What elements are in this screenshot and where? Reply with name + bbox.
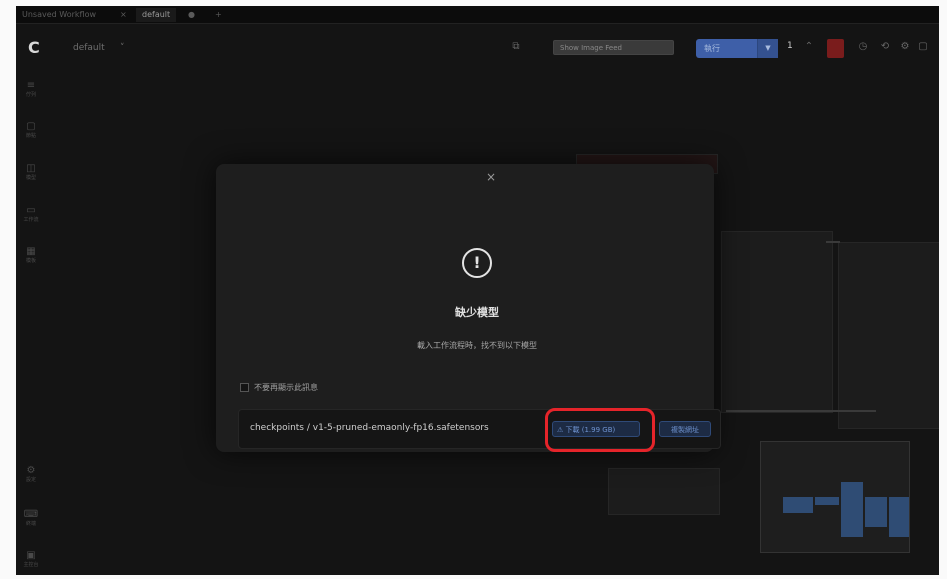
sidebar-item-templates[interactable]: ▦ 模板 (21, 246, 41, 265)
copy-icon[interactable]: ⧉ (509, 40, 523, 54)
graph-wire (826, 241, 840, 243)
dialog-title: 缺少模型 (455, 306, 499, 319)
tab-bar: Unsaved Workflow × default ● + (16, 6, 939, 24)
gear-icon: ⚙ (26, 465, 36, 476)
graph-wire (726, 410, 876, 412)
graph-node[interactable] (608, 468, 720, 515)
new-tab-icon[interactable]: + (215, 8, 222, 22)
sidebar-item-label: 佇列 (25, 92, 36, 98)
queue-icon: ≡ (26, 80, 36, 91)
run-button-label: 執行 (704, 44, 720, 53)
queue-count-stepper-icon[interactable]: ⌃ (802, 40, 816, 54)
sidebar-item-console[interactable]: ▣ 主控台 (21, 550, 41, 569)
sidebar-item-workflows[interactable]: ▭ 工作流 (21, 205, 41, 224)
history-icon[interactable]: ⟲ (878, 40, 892, 54)
run-options-chevron-icon[interactable]: ▼ (757, 39, 778, 58)
run-button[interactable]: 執行 ▼ (696, 39, 778, 58)
minimap-node (865, 497, 887, 527)
minimap[interactable] (760, 441, 910, 553)
sidebar-item-label: 主控台 (23, 562, 39, 568)
clear-queue-icon[interactable]: ◷ (856, 40, 870, 54)
sidebar-item-nodes[interactable]: ▢ 節點 (21, 121, 41, 140)
graph-node[interactable] (838, 242, 939, 429)
templates-icon: ▦ (26, 246, 36, 257)
sidebar-item-queue[interactable]: ≡ 佇列 (21, 80, 41, 99)
tab-modified-dot-icon: ● (188, 10, 195, 19)
red-highlight-annotation (545, 408, 655, 452)
sidebar-item-models[interactable]: ◫ 模型 (21, 163, 41, 182)
model-path: checkpoints / v1-5-pruned-emaonly-fp16.s… (250, 423, 489, 433)
sidebar-item-terminal[interactable]: ⌨ 終端 (21, 509, 41, 528)
minimap-node (783, 497, 813, 513)
sidebar-item-label: 節點 (25, 133, 36, 139)
warning-icon: ! (462, 248, 492, 278)
show-image-feed-button[interactable]: Show Image Feed (553, 40, 674, 55)
terminal-icon: ⌨ (23, 509, 39, 520)
nodes-icon: ▢ (26, 121, 36, 132)
sidebar-item-label: 模型 (25, 175, 36, 181)
queue-count[interactable]: 1 (787, 41, 793, 51)
sidebar-item-label: 模板 (25, 258, 36, 264)
stop-button[interactable] (827, 39, 844, 58)
close-icon[interactable]: × (486, 170, 496, 184)
sidebar: ≡ 佇列 ▢ 節點 ◫ 模型 ▭ 工作流 ▦ 模板 ⚙ 設定 ⌨ 終端 ▣ 主控 (16, 68, 46, 575)
models-icon: ◫ (26, 163, 36, 174)
sidebar-item-label: 終端 (25, 521, 36, 527)
sidebar-item-settings[interactable]: ⚙ 設定 (21, 465, 41, 484)
workflow-name-menu[interactable]: default (73, 43, 105, 53)
copy-url-button[interactable]: 複製網址 (659, 421, 711, 437)
app-logo: C (28, 38, 40, 57)
dont-show-again-checkbox[interactable] (240, 383, 249, 392)
tab-default[interactable]: default (136, 8, 177, 22)
settings-icon[interactable]: ⚙ (898, 40, 912, 54)
sidebar-item-label: 工作流 (23, 217, 39, 223)
workflows-icon: ▭ (26, 205, 36, 216)
workflow-menu-chevron-icon[interactable]: ˅ (120, 43, 125, 53)
dont-show-again-label[interactable]: 不要再顯示此訊息 (254, 382, 318, 393)
minimap-node (841, 482, 863, 537)
sidebar-item-label: 設定 (25, 477, 36, 483)
minimap-node (815, 497, 839, 505)
fullscreen-icon[interactable]: ▢ (916, 40, 930, 54)
graph-node[interactable] (721, 231, 833, 413)
tab-unsaved-close-icon[interactable]: × (120, 8, 127, 22)
dialog-message: 載入工作流程時，找不到以下模型 (417, 341, 537, 350)
minimap-node (889, 497, 909, 537)
top-bar: C default ˅ ⧉ Show Image Feed 執行 ▼ 1 ⌃ ◷… (16, 24, 939, 68)
console-icon: ▣ (26, 550, 36, 561)
tab-unsaved-workflow[interactable]: Unsaved Workflow (22, 8, 96, 22)
